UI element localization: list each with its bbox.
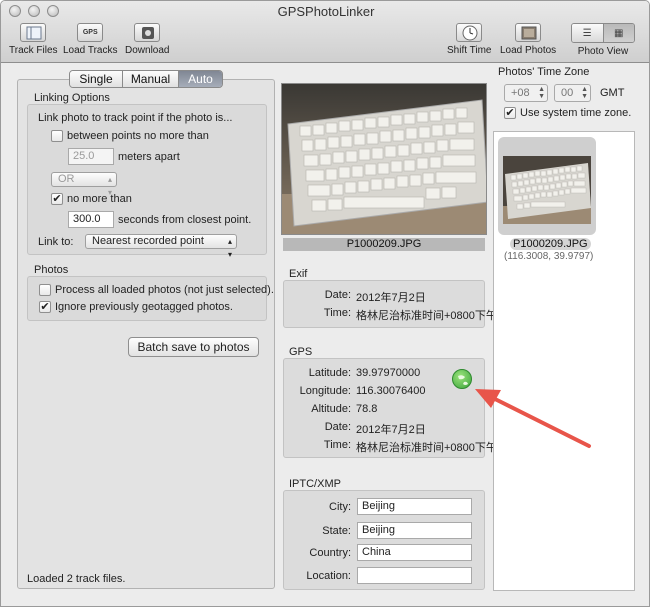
load-photos-label: Load Photos — [500, 45, 557, 56]
process-all-checkbox[interactable] — [39, 284, 51, 296]
longitude-value: 116.30076400 — [356, 385, 426, 397]
checkmark-icon: ✔ — [505, 107, 515, 119]
clock-icon — [456, 23, 483, 42]
tab-single[interactable]: Single — [70, 71, 122, 87]
location-label: Location: — [306, 570, 351, 582]
gps-date-label: Date: — [324, 421, 351, 433]
window-title: GPSPhotoLinker — [277, 4, 375, 19]
list-view-icon[interactable]: ☰ — [572, 24, 603, 42]
status-text: Loaded 2 track files. — [27, 573, 126, 585]
tz-hours-value: +08 — [511, 87, 530, 99]
linking-intro: Link photo to track point if the photo i… — [38, 112, 233, 124]
gps-time-value: 格林尼治标准时间+0800下午 — [356, 442, 497, 454]
load-tracks-button[interactable]: GPS Load Tracks — [63, 23, 117, 56]
download-label: Download — [125, 45, 170, 56]
latitude-label: Latitude: — [308, 367, 351, 379]
photo-thumbnail-image — [503, 156, 591, 224]
link-to-label: Link to: — [38, 236, 74, 248]
between-points-label: between points no more than — [67, 130, 209, 142]
track-files-icon — [20, 23, 47, 42]
no-more-than-checkbox[interactable]: ✔ — [51, 193, 63, 205]
operator-value: OR — [58, 173, 75, 185]
city-label: City: — [329, 501, 351, 513]
between-points-checkbox[interactable] — [51, 130, 63, 142]
thumbnail-filename: P1000209.JPG — [510, 238, 591, 250]
stepper-arrows-icon[interactable]: ▲ ▼ — [581, 86, 588, 100]
use-system-tz-checkbox[interactable]: ✔ — [504, 107, 516, 119]
state-field[interactable]: Beijing — [357, 522, 472, 539]
linking-options-title: Linking Options — [34, 92, 110, 104]
gps-date-value: 2012年7月2日 — [356, 424, 426, 436]
link-to-value: Nearest recorded point — [92, 235, 204, 247]
checkmark-icon: ✔ — [52, 193, 62, 205]
app-window: GPSPhotoLinker Track Files GPS Load Trac… — [0, 0, 650, 607]
grid-view-icon[interactable]: ▦ — [602, 24, 634, 42]
latitude-value: 39.97970000 — [356, 367, 421, 379]
exif-date-value: 2012年7月2日 — [356, 292, 426, 304]
country-field[interactable]: China — [357, 544, 472, 561]
meters-label: meters apart — [118, 151, 180, 163]
altitude-value: 78.8 — [356, 403, 378, 415]
tz-hours-stepper[interactable]: +08 ▲ ▼ — [504, 84, 548, 102]
country-label: Country: — [309, 547, 351, 559]
download-button[interactable]: Download — [125, 23, 169, 56]
seconds-label: seconds from closest point. — [118, 214, 252, 226]
state-label: State: — [322, 525, 351, 537]
gps-title: GPS — [289, 346, 313, 358]
stepper-arrows-icon[interactable]: ▲ ▼ — [538, 86, 545, 100]
tab-auto[interactable]: Auto — [178, 71, 222, 87]
exif-time-value: 格林尼治标准时间+0800下午 — [356, 310, 497, 322]
location-field[interactable] — [357, 567, 472, 584]
link-to-select[interactable]: Nearest recorded point ▴ ▾ — [85, 234, 237, 259]
exif-time-label: Time: — [323, 307, 351, 319]
globe-icon[interactable] — [452, 369, 472, 389]
ignore-geotagged-checkbox[interactable]: ✔ — [39, 301, 51, 313]
download-icon — [134, 23, 161, 42]
track-files-label: Track Files — [9, 45, 58, 56]
city-field[interactable]: Beijing — [357, 498, 472, 515]
exif-date-label: Date: — [324, 289, 351, 301]
mode-tabs: Single Manual Auto — [69, 70, 223, 88]
meters-field[interactable]: 25.0 — [68, 148, 114, 165]
seconds-field[interactable]: 300.0 — [68, 211, 114, 228]
process-all-label: Process all loaded photos (not just sele… — [55, 284, 274, 296]
photo-preview — [281, 83, 487, 235]
timezone-title: Photos' Time Zone — [498, 66, 590, 78]
gmt-label: GMT — [600, 87, 625, 99]
load-photos-icon — [515, 23, 542, 42]
no-more-than-label: no more than — [67, 193, 132, 205]
track-files-button[interactable]: Track Files — [9, 23, 58, 56]
batch-save-button[interactable]: Batch save to photos — [128, 337, 259, 357]
chevron-down-icon: ▴ ▾ — [227, 237, 232, 259]
tab-manual[interactable]: Manual — [122, 71, 178, 87]
photo-view-label: Photo View — [577, 46, 629, 57]
photos-options-group — [27, 276, 267, 321]
photos-options-title: Photos — [34, 264, 69, 276]
altitude-label: Altitude: — [311, 403, 351, 415]
shift-time-button[interactable]: Shift Time — [447, 23, 491, 56]
load-photos-button[interactable]: Load Photos — [500, 23, 556, 56]
iptc-title: IPTC/XMP — [289, 478, 341, 490]
shift-time-label: Shift Time — [447, 45, 492, 56]
thumbnail-coords: (116.3008, 39.9797) — [504, 251, 594, 262]
load-tracks-label: Load Tracks — [63, 45, 118, 56]
tz-minutes-value: 00 — [561, 87, 574, 99]
tz-minutes-stepper[interactable]: 00 ▲ ▼ — [554, 84, 591, 102]
title-toolbar: GPSPhotoLinker Track Files GPS Load Trac… — [1, 1, 649, 63]
longitude-label: Longitude: — [299, 385, 351, 397]
preview-filename: P1000209.JPG — [283, 238, 485, 251]
exif-title: Exif — [289, 268, 308, 280]
operator-select[interactable]: OR ▴ ▾ — [51, 172, 117, 197]
gps-icon: GPS — [77, 23, 104, 42]
ignore-geotagged-label: Ignore previously geotagged photos. — [55, 301, 233, 313]
checkmark-icon: ✔ — [40, 301, 50, 313]
use-system-tz-label: Use system time zone. — [520, 107, 632, 119]
photo-view-control: ☰ ▦ Photo View — [571, 23, 635, 57]
gps-time-label: Time: — [323, 439, 351, 451]
